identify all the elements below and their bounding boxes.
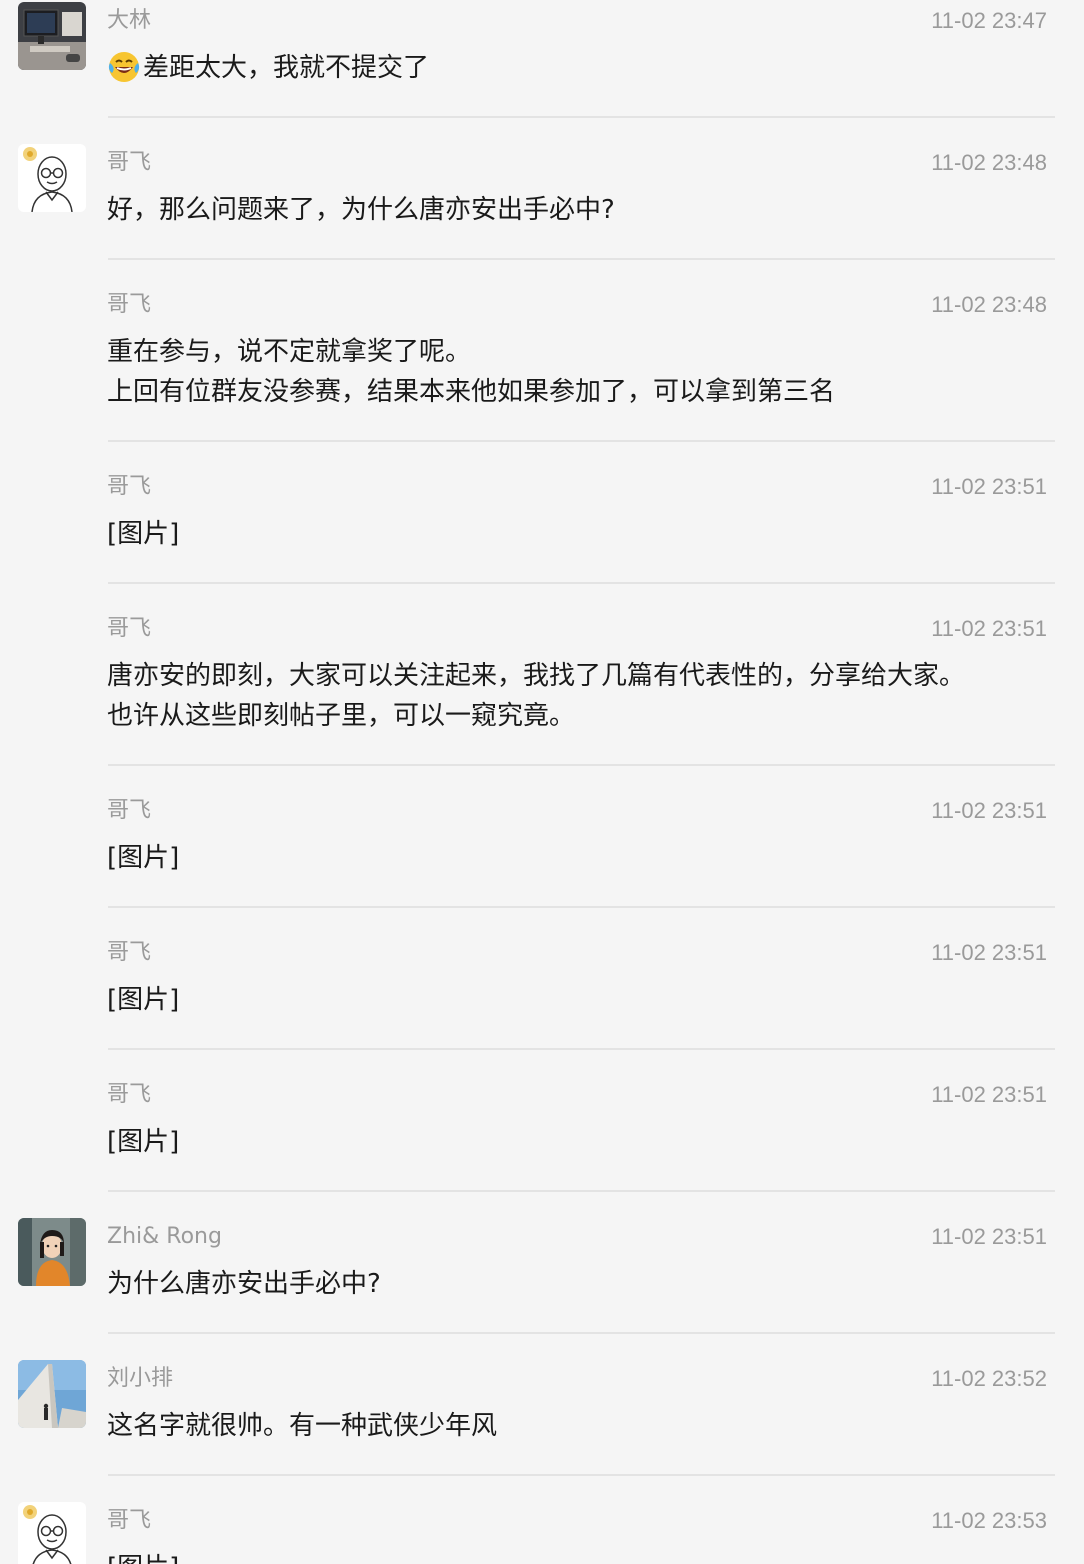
image-placeholder[interactable]: [图片] [107,838,1057,878]
sender-name: 刘小排 [107,1366,174,1391]
message-timestamp: 11-02 23:51 [931,474,1047,499]
message-divider [108,582,1055,584]
sender-name: Zhi& Rong [107,1224,222,1249]
sender-name: 哥飞 [107,1082,152,1107]
message-text[interactable]: [图片] [107,514,1057,554]
message-text: 唐亦安的即刻，大家可以关注起来，我找了几篇有代表性的，分享给大家。 也许从这些即… [107,656,1057,736]
chat-message-list: 大林 11-02 23:47 差距太大，我就不提交了 哥飞 11-02 23:4… [0,0,1084,1564]
message-line: 唐亦安的即刻，大家可以关注起来，我找了几篇有代表性的，分享给大家。 [107,661,966,691]
sender-name: 哥飞 [107,474,152,499]
message-line: 为什么唐亦安出手必中? [107,1269,381,1299]
message-divider [108,906,1055,908]
sender-name: 哥飞 [107,292,152,317]
image-placeholder[interactable]: [图片] [107,980,1057,1020]
message-timestamp: 11-02 23:51 [931,798,1047,823]
message-line: 差距太大，我就不提交了 [143,53,430,83]
message-divider [108,258,1055,260]
sender-name: 哥飞 [107,616,152,641]
message-divider [108,440,1055,442]
message-line: 上回有位群友没参赛，结果本来他如果参加了，可以拿到第三名 [107,377,836,407]
message-line: 也许从这些即刻帖子里，可以一窥究竟。 [107,701,576,731]
image-placeholder[interactable]: [图片] [107,1548,1057,1564]
message-text[interactable]: [图片] [107,980,1057,1020]
message-text: 重在参与，说不定就拿奖了呢。 上回有位群友没参赛，结果本来他如果参加了，可以拿到… [107,332,1057,412]
message-timestamp: 11-02 23:51 [931,1082,1047,1107]
message-timestamp: 11-02 23:47 [931,8,1047,33]
image-placeholder[interactable]: [图片] [107,1122,1057,1162]
image-placeholder[interactable]: [图片] [107,514,1057,554]
sender-name: 哥飞 [107,150,152,175]
sender-name: 大林 [107,8,152,33]
message-line: 重在参与，说不定就拿奖了呢。 [107,337,472,367]
message-divider [108,1190,1055,1192]
avatar-bald-glasses-cartoon[interactable] [18,144,86,212]
message-timestamp: 11-02 23:51 [931,1224,1047,1249]
avatar-desk-monitor-photo[interactable] [18,2,86,70]
sender-name: 哥飞 [107,798,152,823]
message-timestamp: 11-02 23:51 [931,616,1047,641]
message-divider [108,116,1055,118]
message-text[interactable]: [图片] [107,1122,1057,1162]
message-timestamp: 11-02 23:48 [931,150,1047,175]
sender-name: 哥飞 [107,1508,152,1533]
message-timestamp: 11-02 23:48 [931,292,1047,317]
message-divider [108,1332,1055,1334]
message-text: 为什么唐亦安出手必中? [107,1264,1057,1304]
avatar-girl-orange-jacket[interactable] [18,1218,86,1286]
message-divider [108,764,1055,766]
message-timestamp: 11-02 23:52 [931,1366,1047,1391]
message-text: 这名字就很帅。有一种武侠少年风 [107,1406,1057,1446]
message-line: 这名字就很帅。有一种武侠少年风 [107,1411,498,1441]
message-timestamp: 11-02 23:51 [931,940,1047,965]
message-timestamp: 11-02 23:53 [931,1508,1047,1533]
avatar-building-stairs-photo[interactable] [18,1360,86,1428]
message-divider [108,1048,1055,1050]
message-text: 好，那么问题来了，为什么唐亦安出手必中? [107,190,1057,230]
message-text: 差距太大，我就不提交了 [107,48,1057,88]
message-text[interactable]: [图片] [107,1548,1057,1564]
avatar-bald-glasses-cartoon[interactable] [18,1502,86,1564]
sender-name: 哥飞 [107,940,152,965]
message-text[interactable]: [图片] [107,838,1057,878]
message-divider [108,1474,1055,1476]
message-line: 好，那么问题来了，为什么唐亦安出手必中? [107,195,615,225]
laughing-tears-emoji-icon [107,49,141,83]
